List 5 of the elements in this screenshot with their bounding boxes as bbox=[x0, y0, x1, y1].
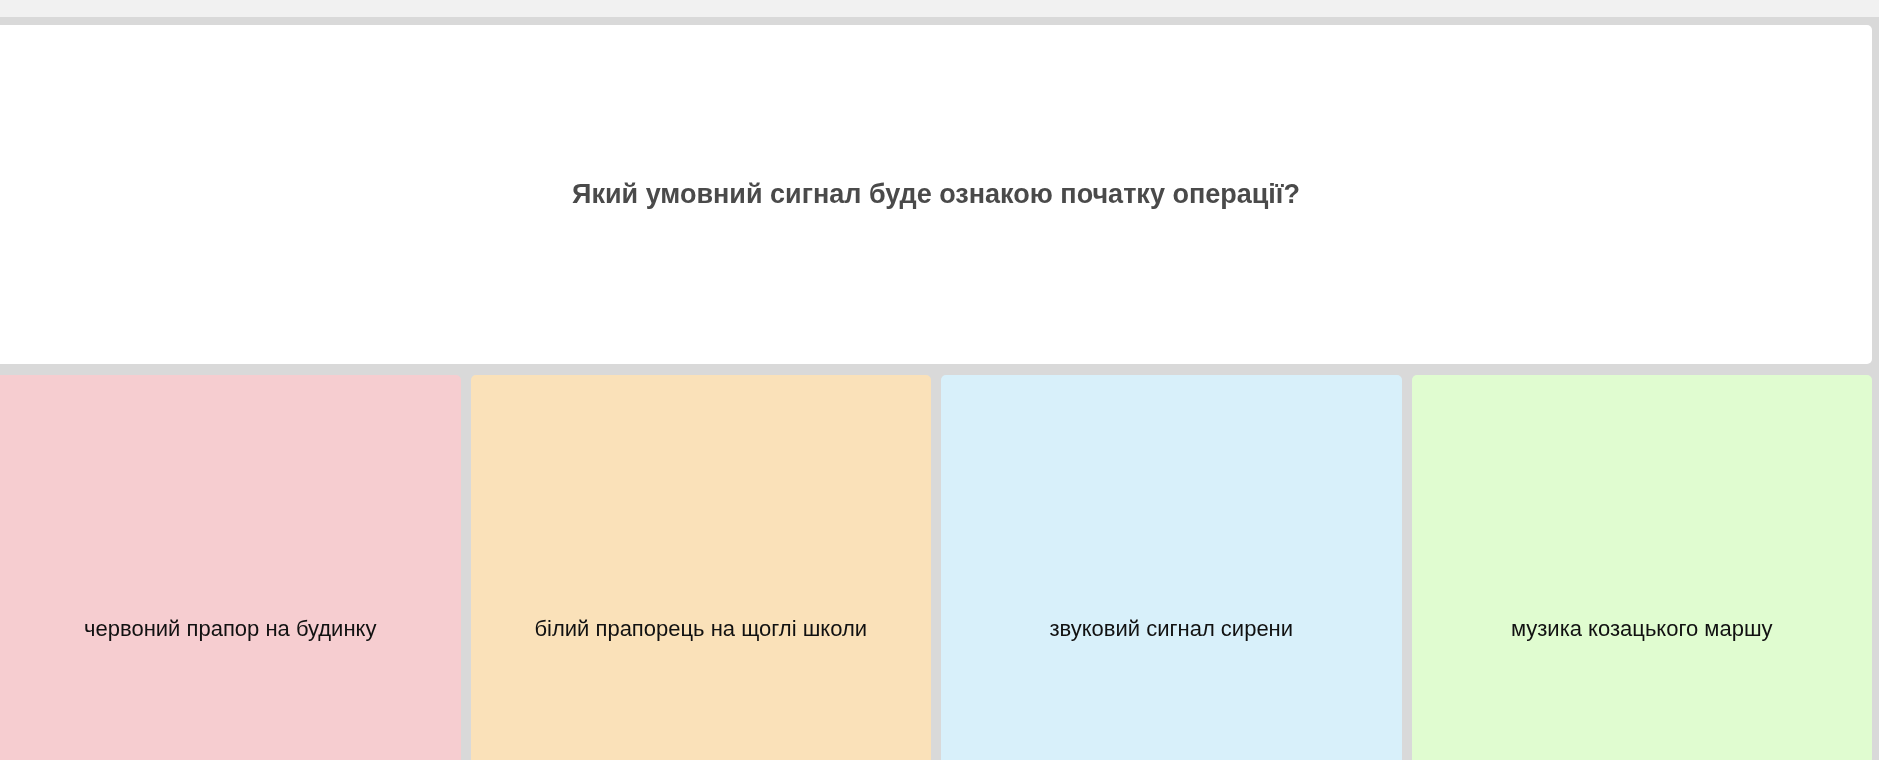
question-text: Який умовний сигнал буде ознакою початку операції? bbox=[572, 178, 1300, 212]
answer-tile[interactable]: музика козацького маршу bbox=[1411, 375, 1872, 760]
answer-tile[interactable]: звуковий сигнал сирени bbox=[941, 375, 1402, 760]
answer-tile[interactable]: червоний прапор на будинку bbox=[0, 375, 461, 760]
answer-tile[interactable]: білий прапорець на щоглі школи bbox=[470, 375, 931, 760]
